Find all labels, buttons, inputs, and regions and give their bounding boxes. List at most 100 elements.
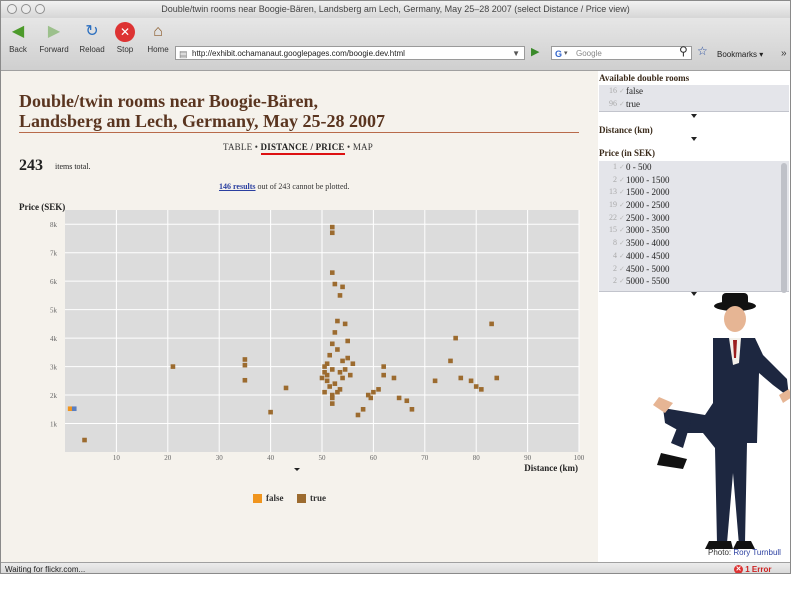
facet-value-price[interactable]: 8 ✓ 3500 - 4000 (599, 237, 789, 250)
data-point-true[interactable] (324, 378, 330, 384)
data-point-true[interactable] (368, 395, 374, 401)
data-point-true[interactable] (82, 437, 87, 443)
data-point-true[interactable] (396, 395, 402, 401)
search-icon[interactable]: ⚲ (679, 44, 688, 58)
data-point-true[interactable] (332, 330, 338, 335)
forward-button[interactable]: ▶ Forward (37, 20, 71, 68)
data-point-true[interactable] (329, 230, 335, 236)
scatter-plot[interactable]: 10 20 30 40 50 60 70 80 90 100 1k 2k 3k 4k 5k 6k 7k 8k Dis… (1, 207, 598, 477)
data-point-true[interactable] (327, 352, 333, 358)
data-point-true[interactable] (342, 367, 348, 372)
facet-value-price[interactable]: 19 ✓ 2000 - 2500 (599, 199, 789, 212)
data-point-true[interactable] (347, 372, 353, 378)
data-point-false[interactable] (71, 406, 77, 412)
data-point-true[interactable] (473, 384, 479, 389)
data-point-true[interactable] (468, 378, 474, 384)
photo-credit-link[interactable]: Rory Turnbull (733, 548, 781, 557)
back-button[interactable]: ◀ Back (1, 20, 35, 68)
data-point-true[interactable] (242, 357, 248, 362)
data-point-true[interactable] (345, 355, 350, 361)
url-dropdown-icon[interactable]: ▼ (512, 47, 520, 61)
data-point-true[interactable] (322, 364, 327, 369)
close-window-button[interactable] (7, 4, 17, 14)
data-point-true[interactable] (268, 409, 273, 415)
data-point-true[interactable] (340, 375, 345, 381)
facet-expand-icon[interactable] (691, 137, 697, 141)
data-point-true[interactable] (453, 335, 458, 341)
data-point-true[interactable] (329, 224, 335, 230)
data-point-true[interactable] (409, 406, 415, 412)
search-input[interactable]: G ▾ Google (551, 46, 692, 60)
data-point-true[interactable] (448, 358, 453, 364)
data-point-true[interactable] (335, 347, 340, 352)
view-tab-map[interactable]: MAP (353, 142, 373, 152)
data-point-true[interactable] (337, 387, 343, 392)
facet-expand-icon[interactable] (691, 114, 697, 118)
view-tab-distance-price[interactable]: DISTANCE / PRICE (260, 142, 345, 155)
data-point-true[interactable] (350, 361, 356, 367)
facet-value-true[interactable]: 96 ✓ true (599, 98, 789, 111)
data-point-true[interactable] (345, 338, 350, 344)
data-point-true[interactable] (335, 318, 340, 324)
data-point-true[interactable] (329, 341, 335, 347)
reload-button[interactable]: ↻ Reload (75, 20, 109, 68)
facet-value-false[interactable]: 16 ✓ false (599, 85, 789, 98)
data-point-true[interactable] (324, 372, 330, 378)
data-point-true[interactable] (329, 367, 335, 372)
home-button[interactable]: ⌂ Home (141, 20, 175, 68)
facet-value-price[interactable]: 4 ✓ 4000 - 4500 (599, 250, 789, 263)
data-point-true[interactable] (342, 321, 348, 327)
data-point-true[interactable] (329, 395, 335, 401)
data-point-true[interactable] (332, 281, 338, 287)
facet-value-price[interactable]: 13 ✓ 1500 - 2000 (599, 186, 789, 199)
data-point-true[interactable] (458, 375, 464, 381)
bookmarks-menu[interactable]: Bookmarks ▾ (717, 50, 763, 59)
data-point-true[interactable] (329, 270, 335, 275)
data-point-true[interactable] (355, 412, 361, 418)
data-point-true[interactable] (381, 372, 386, 378)
minimize-window-button[interactable] (21, 4, 31, 14)
data-point-true[interactable] (381, 364, 386, 369)
url-bar[interactable]: ▤ http://exhibit.ochamanaut.googlepages.… (175, 46, 525, 60)
data-point-true[interactable] (404, 398, 410, 404)
data-point-true[interactable] (391, 375, 397, 381)
data-point-true[interactable] (371, 389, 376, 395)
facet-value-price[interactable]: 2 ✓ 4500 - 5000 (599, 263, 789, 276)
facet-value-price[interactable]: 15 ✓ 3000 - 3500 (599, 224, 789, 237)
stop-button[interactable]: ✕ Stop (108, 20, 142, 68)
data-point-true[interactable] (170, 364, 176, 369)
data-point-true[interactable] (322, 389, 327, 395)
data-point-true[interactable] (319, 375, 325, 381)
x-axis-dropdown-icon[interactable] (294, 468, 300, 471)
data-point-false[interactable] (67, 406, 73, 412)
data-point-true[interactable] (479, 387, 484, 392)
go-icon[interactable]: ▶ (531, 45, 539, 58)
error-indicator[interactable]: ✕ 1 Error (734, 563, 771, 573)
data-point-true[interactable] (242, 377, 248, 383)
zoom-window-button[interactable] (35, 4, 45, 14)
data-point-true[interactable] (494, 375, 500, 381)
view-tab-table[interactable]: TABLE (223, 142, 252, 152)
facet-list-price[interactable]: 1 ✓ 0 - 500 2 ✓ 1000 - 1500 13 ✓ 1500 - 2000 19 ✓ 2… (599, 161, 789, 293)
data-point-true[interactable] (283, 385, 289, 391)
data-point-true[interactable] (242, 362, 248, 368)
bookmark-star-icon[interactable]: ☆ (697, 44, 708, 58)
data-point-true[interactable] (332, 381, 338, 386)
facet-value-price[interactable]: 2 ✓ 1000 - 1500 (599, 174, 789, 187)
unplottable-results-link[interactable]: 146 results (219, 182, 256, 191)
data-point-true[interactable] (337, 293, 343, 298)
data-point-true[interactable] (329, 401, 335, 406)
facet-value-price[interactable]: 22 ✓ 2500 - 3000 (599, 212, 789, 225)
data-point-true[interactable] (376, 387, 381, 392)
data-point-true[interactable] (340, 358, 345, 364)
facet-value-price[interactable]: 2 ✓ 5000 - 5500 (599, 275, 789, 288)
data-point-true[interactable] (337, 369, 343, 375)
data-point-true[interactable] (340, 284, 345, 290)
data-point-true[interactable] (327, 384, 333, 389)
search-engine-dropdown-icon[interactable]: ▾ (564, 47, 568, 61)
facet-value-price[interactable]: 1 ✓ 0 - 500 (599, 161, 789, 174)
overflow-chevron-icon[interactable]: » (781, 48, 787, 59)
data-point-true[interactable] (432, 378, 438, 384)
data-point-true[interactable] (489, 321, 494, 327)
data-point-true[interactable] (360, 406, 366, 412)
